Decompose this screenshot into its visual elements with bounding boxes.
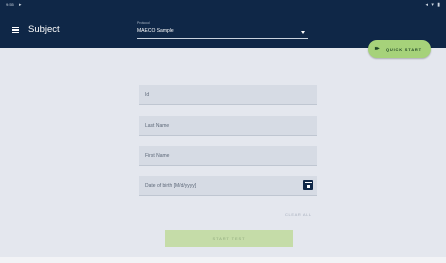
date-of-birth-field[interactable]: Date of birth [M/d/yyyy] (139, 176, 317, 196)
id-field[interactable]: Id (139, 85, 317, 105)
status-bar: 9:55 ▸ ◂ ▾ ▮ (0, 0, 446, 10)
dropdown-arrow-icon[interactable] (301, 31, 305, 34)
protocol-label: Protocol (137, 21, 150, 25)
start-test-button[interactable]: START TEST (165, 230, 293, 247)
protocol-value: MAECO Sample (137, 28, 174, 34)
quick-start-label: QUICK START (386, 47, 422, 52)
date-of-birth-placeholder: Date of birth [M/d/yyyy] (145, 183, 197, 189)
quick-start-button[interactable]: ▸▸ QUICK START (368, 40, 431, 58)
calendar-icon[interactable] (303, 180, 313, 190)
status-time: 9:55 (6, 2, 14, 7)
system-status-icons: ◂ ▾ ▮ (425, 2, 441, 8)
id-placeholder: Id (145, 92, 150, 98)
page-title: Subject (28, 24, 60, 35)
first-name-field[interactable]: First Name (139, 146, 317, 166)
protocol-underline (137, 38, 308, 39)
fast-forward-icon: ▸▸ (375, 45, 380, 52)
last-name-placeholder: Last Name (145, 123, 170, 129)
hamburger-menu-icon[interactable] (12, 27, 19, 34)
last-name-field[interactable]: Last Name (139, 116, 317, 136)
clear-all-button[interactable]: CLEAR ALL (285, 212, 312, 217)
bottom-strip (0, 257, 446, 263)
first-name-placeholder: First Name (145, 153, 170, 159)
protocol-dropdown[interactable]: Protocol MAECO Sample (137, 21, 308, 42)
play-icon: ▸ (19, 2, 22, 8)
